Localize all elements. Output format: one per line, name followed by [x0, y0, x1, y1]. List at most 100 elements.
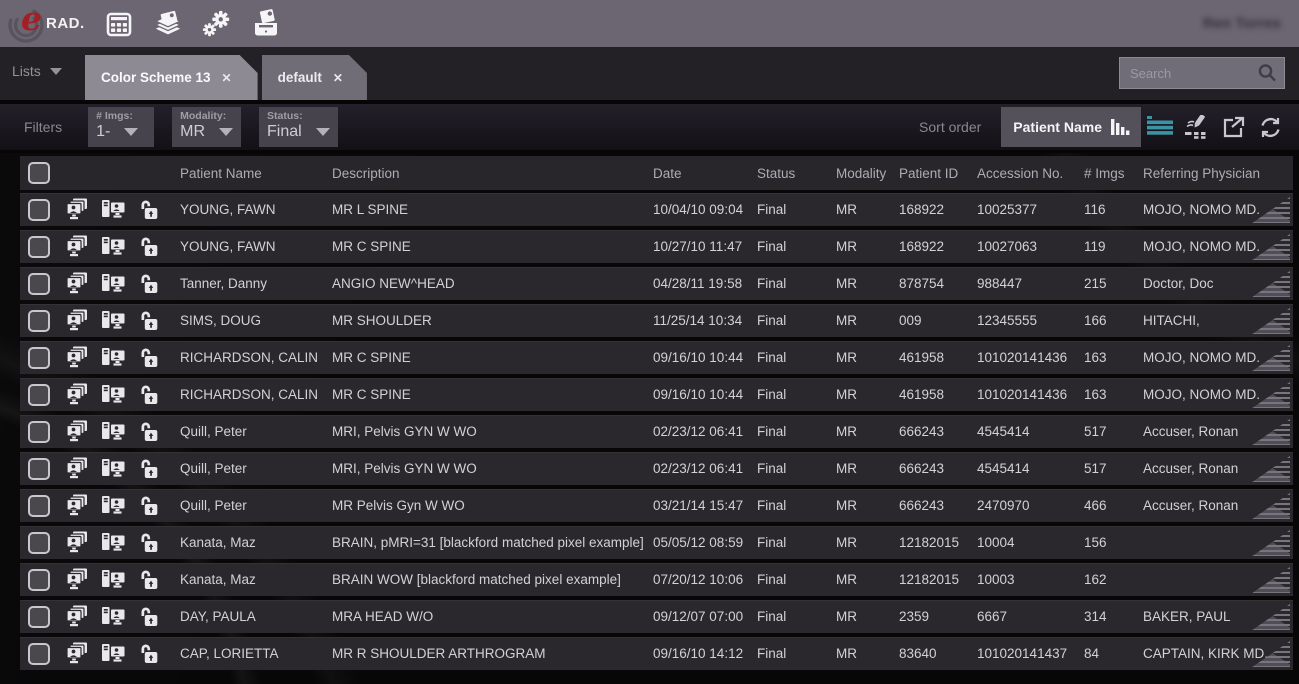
study-images-stack-icon[interactable]: [58, 235, 94, 258]
import-bin-icon[interactable]: [251, 9, 281, 39]
workstation-viewer-icon[interactable]: [94, 494, 131, 517]
lists-dropdown[interactable]: Lists: [12, 63, 62, 79]
row-drag-grip-icon[interactable]: [1250, 567, 1290, 593]
study-images-stack-icon[interactable]: [58, 420, 94, 443]
tab-color-scheme-13[interactable]: Color Scheme 13 ✕: [85, 55, 258, 100]
table-row[interactable]: RICHARDSON, CALIN MR C SPINE 09/16/10 10…: [20, 341, 1293, 374]
unlocked-icon[interactable]: [131, 420, 165, 443]
column-header-description[interactable]: Description: [332, 166, 653, 181]
column-header-referring-physician[interactable]: Referring Physician: [1143, 166, 1293, 181]
table-row[interactable]: Quill, Peter MR Pelvis Gyn W WO 03/21/14…: [20, 489, 1293, 522]
cell-patient-name: DAY, PAULA: [180, 609, 332, 624]
table-row[interactable]: YOUNG, FAWN MR L SPINE 10/04/10 09:04 Fi…: [20, 193, 1293, 226]
unlocked-icon[interactable]: [131, 235, 165, 258]
column-header-date[interactable]: Date: [653, 166, 757, 181]
table-row[interactable]: CAP, LORIETTA MR R SHOULDER ARTHROGRAM 0…: [20, 637, 1293, 670]
row-checkbox[interactable]: [28, 495, 50, 517]
row-checkbox[interactable]: [28, 421, 50, 443]
column-header-status[interactable]: Status: [757, 166, 836, 181]
unlocked-icon[interactable]: [131, 494, 165, 517]
row-checkbox[interactable]: [28, 236, 50, 258]
table-row[interactable]: Kanata, Maz BRAIN WOW [blackford matched…: [20, 563, 1293, 596]
workstation-viewer-icon[interactable]: [94, 346, 131, 369]
column-header-patient-name[interactable]: Patient Name: [180, 166, 332, 181]
column-header-modality[interactable]: Modality: [836, 166, 899, 181]
close-icon[interactable]: ✕: [222, 71, 232, 85]
row-checkbox[interactable]: [28, 347, 50, 369]
row-drag-grip-icon[interactable]: [1250, 530, 1290, 556]
search-input[interactable]: [1120, 66, 1256, 81]
list-view-button[interactable]: [1141, 107, 1178, 147]
column-header-num-imgs[interactable]: # Imgs: [1084, 166, 1143, 181]
unlocked-icon[interactable]: [131, 383, 165, 406]
table-row[interactable]: Quill, Peter MRI, Pelvis GYN W WO 02/23/…: [20, 415, 1293, 448]
row-checkbox[interactable]: [28, 643, 50, 665]
workstation-viewer-icon[interactable]: [94, 420, 131, 443]
unlocked-icon[interactable]: [131, 568, 165, 591]
unlocked-icon[interactable]: [131, 642, 165, 665]
row-checkbox[interactable]: [28, 310, 50, 332]
unlocked-icon[interactable]: [131, 457, 165, 480]
study-images-stack-icon[interactable]: [58, 494, 94, 517]
workstation-viewer-icon[interactable]: [94, 568, 131, 591]
edit-layout-button[interactable]: [1178, 107, 1215, 147]
workstation-viewer-icon[interactable]: [94, 235, 131, 258]
table-row[interactable]: Kanata, Maz BRAIN, pMRI=31 [blackford ma…: [20, 526, 1293, 559]
study-images-stack-icon[interactable]: [58, 309, 94, 332]
workstation-viewer-icon[interactable]: [94, 272, 131, 295]
study-images-stack-icon[interactable]: [58, 457, 94, 480]
topbar-icon-group: [104, 9, 281, 39]
filter-status-dropdown[interactable]: Status: Final: [259, 107, 338, 147]
row-checkbox[interactable]: [28, 199, 50, 221]
table-row[interactable]: SIMS, DOUG MR SHOULDER 11/25/14 10:34 Fi…: [20, 304, 1293, 337]
table-row[interactable]: Quill, Peter MRI, Pelvis GYN W WO 02/23/…: [20, 452, 1293, 485]
row-checkbox[interactable]: [28, 273, 50, 295]
study-images-stack-icon[interactable]: [58, 568, 94, 591]
filter-num-imgs-dropdown[interactable]: # Imgs: 1-: [88, 107, 154, 147]
unlocked-icon[interactable]: [131, 272, 165, 295]
unlocked-icon[interactable]: [131, 198, 165, 221]
column-header-accession-no[interactable]: Accession No.: [977, 166, 1084, 181]
unlocked-icon[interactable]: [131, 309, 165, 332]
row-checkbox[interactable]: [28, 532, 50, 554]
unlocked-icon[interactable]: [131, 531, 165, 554]
settings-gears-icon[interactable]: [202, 9, 232, 39]
row-checkbox[interactable]: [28, 458, 50, 480]
search-icon[interactable]: [1256, 62, 1278, 84]
workstation-viewer-icon[interactable]: [94, 457, 131, 480]
column-header-patient-id[interactable]: Patient ID: [899, 166, 977, 181]
row-checkbox[interactable]: [28, 606, 50, 628]
study-images-stack-icon[interactable]: [58, 531, 94, 554]
workstation-viewer-icon[interactable]: [94, 531, 131, 554]
select-all-checkbox[interactable]: [28, 162, 50, 184]
unlocked-icon[interactable]: [131, 346, 165, 369]
table-row[interactable]: Tanner, Danny ANGIO NEW^HEAD 04/28/11 19…: [20, 267, 1293, 300]
study-images-stack-icon[interactable]: [58, 198, 94, 221]
row-checkbox[interactable]: [28, 569, 50, 591]
row-checkbox[interactable]: [28, 384, 50, 406]
refresh-button[interactable]: [1252, 107, 1289, 147]
export-button[interactable]: [1215, 107, 1252, 147]
table-row[interactable]: DAY, PAULA MRA HEAD W/O 09/12/07 07:00 F…: [20, 600, 1293, 633]
studies-stack-icon[interactable]: [153, 9, 183, 39]
sort-field-button[interactable]: Patient Name: [1001, 107, 1141, 147]
tab-default[interactable]: default ✕: [262, 55, 367, 100]
filter-modality-dropdown[interactable]: Modality: MR: [172, 107, 241, 147]
unlocked-icon[interactable]: [131, 605, 165, 628]
study-images-stack-icon[interactable]: [58, 642, 94, 665]
workstation-viewer-icon[interactable]: [94, 605, 131, 628]
workstation-viewer-icon[interactable]: [94, 198, 131, 221]
close-icon[interactable]: ✕: [333, 71, 343, 85]
study-images-stack-icon[interactable]: [58, 383, 94, 406]
table-row[interactable]: YOUNG, FAWN MR C SPINE 10/27/10 11:47 Fi…: [20, 230, 1293, 263]
study-images-stack-icon[interactable]: [58, 346, 94, 369]
row-controls: [20, 383, 180, 406]
table-row[interactable]: RICHARDSON, CALIN MR C SPINE 09/16/10 10…: [20, 378, 1293, 411]
workstation-viewer-icon[interactable]: [94, 642, 131, 665]
study-images-stack-icon[interactable]: [58, 272, 94, 295]
workstation-viewer-icon[interactable]: [94, 383, 131, 406]
study-images-stack-icon[interactable]: [58, 605, 94, 628]
filter-label: Modality:: [180, 110, 233, 122]
worklist-icon[interactable]: [104, 9, 134, 39]
workstation-viewer-icon[interactable]: [94, 309, 131, 332]
